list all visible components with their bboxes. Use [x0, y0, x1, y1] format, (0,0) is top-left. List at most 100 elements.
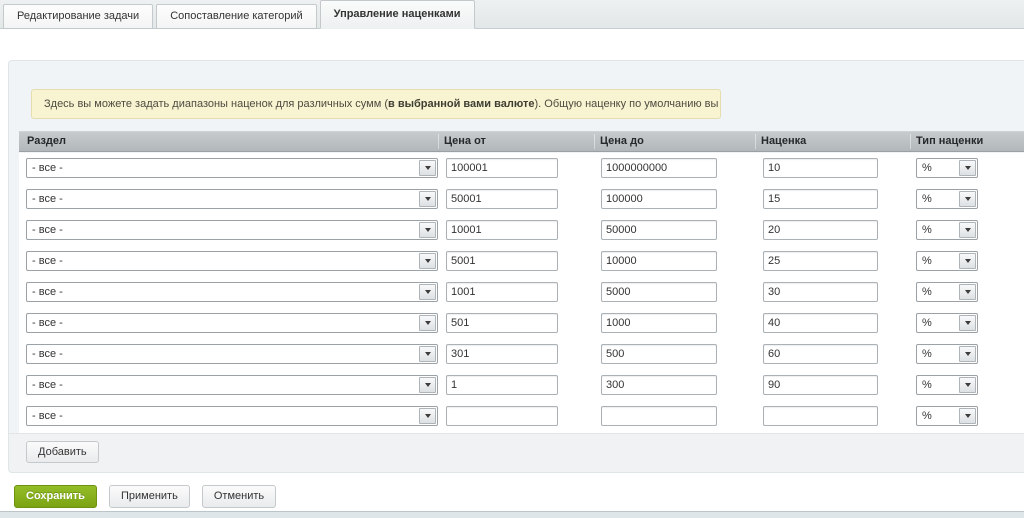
markup-input[interactable] [763, 158, 878, 178]
markup-input[interactable] [763, 406, 878, 426]
price-to-input[interactable] [601, 220, 717, 240]
markup-input[interactable] [763, 344, 878, 364]
price-to-input[interactable] [601, 282, 717, 302]
section-select-value: - все - [27, 379, 63, 391]
section-select[interactable]: - все - [26, 251, 438, 271]
markup-type-select[interactable]: % [916, 158, 978, 178]
chevron-down-icon[interactable] [959, 253, 976, 269]
price-from-input[interactable] [446, 282, 558, 302]
table-row: - все - % [19, 153, 1024, 184]
markup-input[interactable] [763, 220, 878, 240]
price-to-input[interactable] [601, 406, 717, 426]
markup-type-select[interactable]: % [916, 282, 978, 302]
markup-type-select[interactable]: % [916, 313, 978, 333]
price-from-input[interactable] [446, 251, 558, 271]
column-header-markup-type: Тип наценки [916, 132, 983, 151]
tab-markup-management[interactable]: Управление наценками [320, 0, 475, 29]
chevron-down-icon[interactable] [419, 253, 436, 269]
markup-type-select[interactable]: % [916, 375, 978, 395]
price-from-input[interactable] [446, 313, 558, 333]
chevron-down-icon[interactable] [419, 160, 436, 176]
price-from-input[interactable] [446, 406, 558, 426]
markup-type-select-value: % [917, 224, 932, 236]
chevron-down-icon[interactable] [959, 191, 976, 207]
chevron-down-icon[interactable] [419, 346, 436, 362]
info-banner: Здесь вы можете задать диапазоны наценок… [31, 89, 721, 119]
chevron-down-icon[interactable] [959, 408, 976, 424]
table-row: - все - % [19, 215, 1024, 246]
price-to-input[interactable] [601, 158, 717, 178]
chevron-down-icon[interactable] [959, 222, 976, 238]
cancel-button[interactable]: Отменить [202, 485, 276, 508]
price-from-input[interactable] [446, 220, 558, 240]
chevron-down-icon[interactable] [419, 315, 436, 331]
tab-bar: Редактирование задачи Сопоставление кате… [0, 0, 1024, 29]
chevron-down-icon[interactable] [419, 284, 436, 300]
section-select-value: - все - [27, 410, 63, 422]
markup-type-select[interactable]: % [916, 406, 978, 426]
chevron-down-icon[interactable] [419, 191, 436, 207]
markup-type-select[interactable]: % [916, 189, 978, 209]
markup-type-select-value: % [917, 317, 932, 329]
chevron-down-icon[interactable] [419, 222, 436, 238]
markup-type-select-value: % [917, 162, 932, 174]
section-select-value: - все - [27, 162, 63, 174]
section-select[interactable]: - все - [26, 375, 438, 395]
info-banner-bold-text: в выбранной вами валюте [388, 98, 534, 110]
chevron-down-icon[interactable] [959, 377, 976, 393]
markup-type-select[interactable]: % [916, 220, 978, 240]
chevron-down-icon[interactable] [959, 160, 976, 176]
chevron-down-icon[interactable] [959, 315, 976, 331]
price-to-input[interactable] [601, 375, 717, 395]
section-select[interactable]: - все - [26, 406, 438, 426]
price-to-input[interactable] [601, 313, 717, 333]
chevron-down-icon[interactable] [959, 284, 976, 300]
table-row: - все - % [19, 339, 1024, 370]
bottom-divider [0, 511, 1024, 518]
markup-type-select-value: % [917, 348, 932, 360]
price-to-input[interactable] [601, 189, 717, 209]
section-select[interactable]: - все - [26, 282, 438, 302]
apply-button[interactable]: Применить [109, 485, 190, 508]
section-select-value: - все - [27, 255, 63, 267]
section-select[interactable]: - все - [26, 158, 438, 178]
markup-type-select-value: % [917, 410, 932, 422]
action-bar: Сохранить Применить Отменить [14, 485, 285, 508]
section-select[interactable]: - все - [26, 220, 438, 240]
markup-input[interactable] [763, 189, 878, 209]
price-to-input[interactable] [601, 251, 717, 271]
header-divider [910, 134, 911, 149]
header-divider [438, 134, 439, 149]
section-select[interactable]: - все - [26, 313, 438, 333]
section-select-value: - все - [27, 286, 63, 298]
markup-type-select[interactable]: % [916, 251, 978, 271]
price-from-input[interactable] [446, 344, 558, 364]
column-header-price-to: Цена до [600, 132, 644, 151]
markup-input[interactable] [763, 313, 878, 333]
price-from-input[interactable] [446, 375, 558, 395]
tab-edit-task[interactable]: Редактирование задачи [3, 4, 153, 29]
column-header-markup: Наценка [761, 132, 806, 151]
add-row-button[interactable]: Добавить [26, 441, 99, 463]
section-select[interactable]: - все - [26, 344, 438, 364]
chevron-down-icon[interactable] [419, 408, 436, 424]
markup-input[interactable] [763, 251, 878, 271]
markup-type-select-value: % [917, 255, 932, 267]
chevron-down-icon[interactable] [959, 346, 976, 362]
markup-panel: Здесь вы можете задать диапазоны наценок… [8, 60, 1024, 473]
chevron-down-icon[interactable] [419, 377, 436, 393]
table-row: - все - % [19, 277, 1024, 308]
price-to-input[interactable] [601, 344, 717, 364]
markup-type-select[interactable]: % [916, 344, 978, 364]
markup-input[interactable] [763, 375, 878, 395]
price-from-input[interactable] [446, 158, 558, 178]
table-row: - все - % [19, 370, 1024, 401]
markup-type-select-value: % [917, 379, 932, 391]
panel-footer: Добавить [9, 433, 1024, 472]
markup-input[interactable] [763, 282, 878, 302]
save-button[interactable]: Сохранить [14, 485, 97, 508]
section-select[interactable]: - все - [26, 189, 438, 209]
price-from-input[interactable] [446, 189, 558, 209]
tab-category-mapping[interactable]: Сопоставление категорий [156, 4, 316, 29]
table-row: - все - % [19, 308, 1024, 339]
